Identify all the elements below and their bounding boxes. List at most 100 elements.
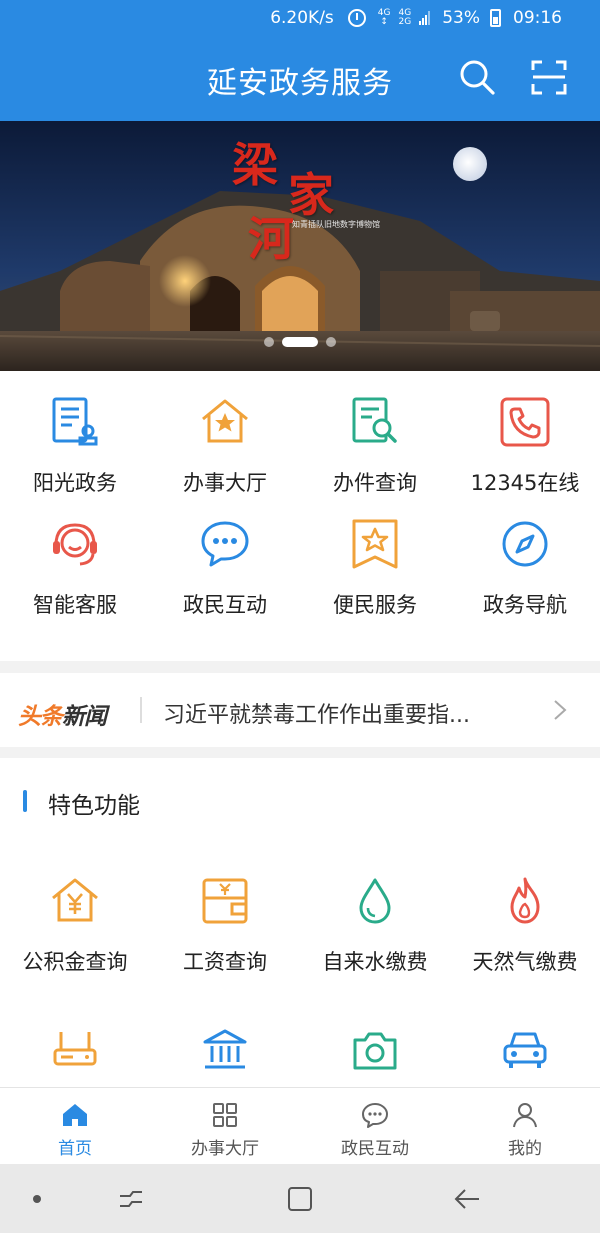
feature-camera[interactable] [300, 1026, 450, 1092]
page-title: 延安政务服务 [207, 66, 393, 101]
signal-bars-icon [419, 11, 431, 25]
bottom-tab-bar: 首页 办事大厅 政民互动 我的 [0, 1087, 600, 1164]
carousel-indicators [0, 337, 600, 347]
menu-item-label: 办事大厅 [183, 471, 267, 495]
assistant-dot-icon[interactable] [33, 1195, 41, 1203]
menu-item-label: 办件查询 [333, 471, 417, 495]
house-yuan-icon [52, 878, 98, 922]
menu-item-label: 政民互动 [183, 593, 267, 617]
sig2-sub: 2G [398, 17, 412, 27]
menu-item-convenience[interactable]: 便民服务 [300, 517, 450, 619]
alarm-icon [347, 9, 366, 27]
banner-title-char-2: 家 [288, 168, 334, 222]
carousel-dot-active[interactable] [282, 337, 318, 347]
tab-service-hall[interactable]: 办事大厅 [150, 1088, 300, 1164]
feature-water-bill[interactable]: 自来水缴费 [300, 874, 450, 976]
menu-item-smart-service[interactable]: 智能客服 [0, 517, 150, 619]
menu-item-12345-online[interactable]: 12345在线 [450, 395, 600, 497]
headline-news-ticker[interactable]: 头条新闻 习近平就禁毒工作作出重要指... [0, 673, 600, 747]
headline-news-logo: 头条新闻 [18, 697, 107, 731]
news-logo-part2: 新闻 [62, 704, 107, 730]
menu-item-gov-navigation[interactable]: 政务导航 [450, 517, 600, 619]
signal-label-2: 4G 2G [399, 9, 412, 27]
feature-label: 工资查询 [183, 950, 267, 974]
clock: 09:16 [513, 8, 562, 28]
tab-label: 首页 [58, 1139, 92, 1159]
divider [140, 697, 142, 723]
star-badge-icon [352, 519, 398, 569]
camera-icon [353, 1032, 397, 1070]
system-navigation-bar [0, 1164, 600, 1233]
quick-menu-row-1: 阳光政务 办事大厅 办件查询 12345在线 [0, 395, 600, 497]
features-row-2 [0, 1026, 600, 1092]
feature-salary[interactable]: 工资查询 [150, 874, 300, 976]
tab-mine[interactable]: 我的 [450, 1088, 600, 1164]
carousel-dot[interactable] [264, 337, 274, 347]
banner-caption: 知青插队旧地数字博物馆 [292, 220, 380, 229]
banner-title-char-1: 梁 [232, 138, 278, 192]
menu-item-sunshine-affairs[interactable]: 阳光政务 [0, 395, 150, 497]
menu-item-case-query[interactable]: 办件查询 [300, 395, 450, 497]
bank-icon [203, 1029, 247, 1069]
grid-icon [213, 1103, 237, 1127]
search-icon[interactable] [456, 56, 498, 98]
banner-carousel[interactable]: 梁 家 河 知青插队旧地数字博物馆 [0, 121, 600, 371]
sig1-sub: ↕ [380, 17, 388, 27]
tab-label: 我的 [508, 1139, 542, 1159]
section-title: 特色功能 [48, 793, 140, 819]
wallet-yuan-icon [202, 878, 248, 924]
menu-item-label: 阳光政务 [33, 471, 117, 495]
menu-item-label: 便民服务 [333, 593, 417, 617]
back-icon[interactable] [452, 1184, 482, 1214]
quick-menu: 阳光政务 办事大厅 办件查询 12345在线 智能客服 政民互动 便民服务 政务… [0, 371, 600, 661]
feature-car[interactable] [450, 1026, 600, 1092]
app-screen: 6.20K/s 4G ↕ 4G 2G 53% 09:16 延安政务服务 梁 家 … [0, 0, 600, 1233]
feature-housing-fund[interactable]: 公积金查询 [0, 874, 150, 976]
menu-item-label: 12345在线 [470, 471, 580, 495]
feature-label: 天然气缴费 [472, 950, 578, 974]
status-indicators: 6.20K/s 4G ↕ 4G 2G 53% 09:16 [270, 8, 562, 28]
menu-item-gov-interaction[interactable]: 政民互动 [150, 517, 300, 619]
car-icon [503, 1032, 547, 1068]
house-star-icon [202, 399, 248, 443]
quick-menu-row-2: 智能客服 政民互动 便民服务 政务导航 [0, 517, 600, 619]
router-icon [53, 1032, 97, 1066]
home-button-icon[interactable] [285, 1184, 315, 1214]
feature-label: 公积金查询 [22, 950, 128, 974]
headset-icon [53, 523, 97, 566]
app-header: 延安政务服务 [0, 38, 600, 121]
banner-title-char-3: 河 [248, 212, 294, 266]
signal-label-1: 4G ↕ [378, 9, 391, 27]
chat-icon [201, 521, 249, 567]
top-bar: 6.20K/s 4G ↕ 4G 2G 53% 09:16 延安政务服务 [0, 0, 600, 121]
battery-icon [490, 9, 501, 27]
document-stamp-icon [52, 397, 98, 446]
user-icon [513, 1103, 537, 1128]
feature-label: 自来水缴费 [322, 950, 428, 974]
section-accent-bar [23, 790, 27, 812]
document-search-icon [352, 397, 397, 443]
net-speed: 6.20K/s [270, 8, 334, 28]
feature-router[interactable] [0, 1026, 150, 1092]
carousel-dot[interactable] [326, 337, 336, 347]
news-logo-part1: 头条 [18, 704, 63, 730]
tab-gov-interaction[interactable]: 政民互动 [300, 1088, 450, 1164]
features-row-1: 公积金查询 工资查询 自来水缴费 天然气缴费 [0, 874, 600, 976]
chevron-right-icon[interactable] [550, 699, 570, 721]
tab-label: 办事大厅 [191, 1139, 259, 1159]
home-icon [63, 1104, 87, 1126]
feature-gas-bill[interactable]: 天然气缴费 [450, 874, 600, 976]
chat-bubble-icon [362, 1103, 388, 1128]
menu-item-service-hall[interactable]: 办事大厅 [150, 395, 300, 497]
news-headline[interactable]: 习近平就禁毒工作作出重要指... [163, 697, 470, 729]
scan-icon[interactable] [528, 56, 570, 98]
menu-item-label: 智能客服 [33, 593, 117, 617]
battery-percent: 53% [442, 8, 480, 28]
compass-icon [502, 521, 548, 567]
banner-image [0, 121, 600, 371]
status-bar: 6.20K/s 4G ↕ 4G 2G 53% 09:16 [0, 0, 600, 38]
feature-bank[interactable] [150, 1026, 300, 1092]
water-drop-icon [359, 878, 391, 924]
tab-home[interactable]: 首页 [0, 1088, 150, 1164]
recent-apps-icon[interactable] [116, 1184, 146, 1214]
